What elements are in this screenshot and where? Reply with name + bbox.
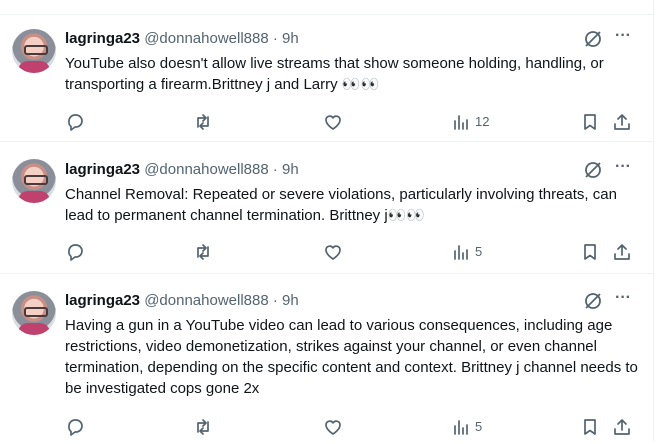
reply-icon — [68, 244, 83, 261]
avatar[interactable] — [12, 291, 56, 335]
more-icon[interactable]: ··· — [612, 28, 634, 49]
views-button[interactable]: 5 — [451, 417, 501, 437]
share-icon — [614, 419, 630, 435]
user-handle[interactable]: @donnahowell888 — [144, 30, 269, 47]
share-button[interactable] — [612, 242, 632, 262]
repost-button[interactable] — [193, 112, 213, 132]
bookmark-button[interactable] — [580, 112, 600, 132]
views-count: 5 — [475, 419, 483, 434]
grok-icon[interactable] — [583, 29, 603, 49]
bookmark-icon — [584, 244, 596, 260]
post-header: lagringa23 @donnahowell888 · 9h — [65, 160, 299, 180]
post-header: lagringa23 @donnahowell888 · 9h — [65, 29, 299, 49]
reply-icon — [68, 114, 83, 131]
share-icon — [614, 114, 630, 130]
action-bar: 12 — [65, 112, 640, 132]
action-bar: 5 — [65, 417, 640, 437]
bookmark-icon — [584, 114, 596, 130]
grok-icon[interactable] — [583, 291, 603, 311]
views-button[interactable]: 12 — [451, 112, 501, 132]
post[interactable]: lagringa23 @donnahowell888 · 9h ··· Chan… — [0, 142, 654, 274]
views-count: 12 — [475, 114, 490, 129]
like-button[interactable] — [323, 417, 343, 437]
reply-button[interactable] — [65, 112, 85, 132]
views-button[interactable]: 5 — [451, 242, 501, 262]
grok-icon[interactable] — [583, 160, 603, 180]
avatar[interactable] — [12, 159, 56, 203]
repost-icon — [197, 244, 209, 260]
bookmark-icon — [584, 419, 596, 435]
user-handle[interactable]: @donnahowell888 — [144, 292, 269, 309]
views-icon — [454, 115, 468, 130]
repost-icon — [197, 419, 209, 435]
separator: · — [272, 30, 278, 47]
more-icon[interactable]: ··· — [612, 290, 634, 311]
post-text: Having a gun in a YouTube video can lead… — [65, 317, 638, 397]
display-name[interactable]: lagringa23 — [65, 30, 140, 47]
separator: · — [272, 161, 278, 178]
like-icon — [325, 115, 341, 130]
timestamp[interactable]: 9h — [282, 161, 299, 178]
post-header: lagringa23 @donnahowell888 · 9h — [65, 291, 299, 311]
like-icon — [325, 420, 341, 435]
post-text: Channel Removal: Repeated or severe viol… — [65, 186, 617, 224]
views-count: 5 — [475, 244, 483, 259]
bookmark-button[interactable] — [580, 242, 600, 262]
reply-button[interactable] — [65, 242, 85, 262]
timestamp[interactable]: 9h — [282, 292, 299, 309]
share-button[interactable] — [612, 417, 632, 437]
separator: · — [272, 292, 278, 309]
avatar[interactable] — [12, 29, 56, 73]
more-icon[interactable]: ··· — [612, 159, 634, 180]
timestamp[interactable]: 9h — [282, 30, 299, 47]
views-icon — [454, 245, 468, 260]
like-button[interactable] — [323, 112, 343, 132]
repost-button[interactable] — [193, 242, 213, 262]
bookmark-button[interactable] — [580, 417, 600, 437]
user-handle[interactable]: @donnahowell888 — [144, 161, 269, 178]
reply-icon — [68, 419, 83, 436]
action-bar: 5 — [65, 242, 640, 262]
share-icon — [614, 244, 630, 260]
post-text: YouTube also doesn't allow live streams … — [65, 55, 604, 93]
repost-icon — [197, 114, 209, 130]
like-button[interactable] — [323, 242, 343, 262]
display-name[interactable]: lagringa23 — [65, 161, 140, 178]
reply-button[interactable] — [65, 417, 85, 437]
like-icon — [325, 245, 341, 260]
post[interactable]: lagringa23 @donnahowell888 · 9h ··· Havi… — [0, 274, 654, 444]
views-icon — [454, 420, 468, 435]
share-button[interactable] — [612, 112, 632, 132]
post[interactable]: lagringa23 @donnahowell888 · 9h ··· YouT… — [0, 15, 654, 142]
display-name[interactable]: lagringa23 — [65, 292, 140, 309]
repost-button[interactable] — [193, 417, 213, 437]
